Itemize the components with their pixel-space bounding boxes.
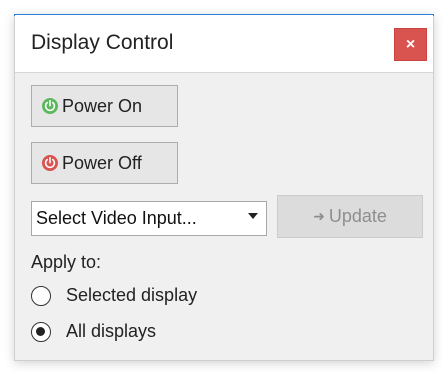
radio-label: Selected display bbox=[66, 285, 198, 305]
power-icon bbox=[41, 97, 59, 115]
update-button[interactable]: ➜ Update bbox=[277, 195, 423, 238]
dialog-title: Display Control bbox=[31, 31, 174, 54]
radio-selected-display[interactable]: Selected display bbox=[31, 285, 197, 306]
apply-to-label: Apply to: bbox=[31, 252, 102, 272]
radio-label: All displays bbox=[66, 321, 157, 341]
radio-button[interactable] bbox=[31, 285, 51, 306]
power-off-label: Power Off bbox=[62, 152, 142, 173]
power-on-label: Power On bbox=[62, 95, 143, 116]
title-bar: Display Control × bbox=[15, 15, 433, 73]
arrow-right-icon: ➜ bbox=[313, 208, 325, 224]
radio-button[interactable] bbox=[31, 321, 51, 342]
update-label: Update bbox=[328, 206, 387, 226]
chevron-down-icon bbox=[248, 213, 258, 219]
power-on-button[interactable]: Power On bbox=[31, 85, 178, 127]
video-input-select[interactable]: Select Video Input... bbox=[31, 201, 267, 236]
close-icon: × bbox=[405, 35, 416, 53]
display-control-dialog: Display Control × Power On Power Off Sel… bbox=[14, 14, 434, 361]
power-off-button[interactable]: Power Off bbox=[31, 142, 178, 184]
power-icon bbox=[41, 154, 59, 172]
video-input-selected: Select Video Input... bbox=[36, 208, 197, 228]
close-button[interactable]: × bbox=[394, 28, 427, 61]
radio-all-displays[interactable]: All displays bbox=[31, 321, 156, 342]
